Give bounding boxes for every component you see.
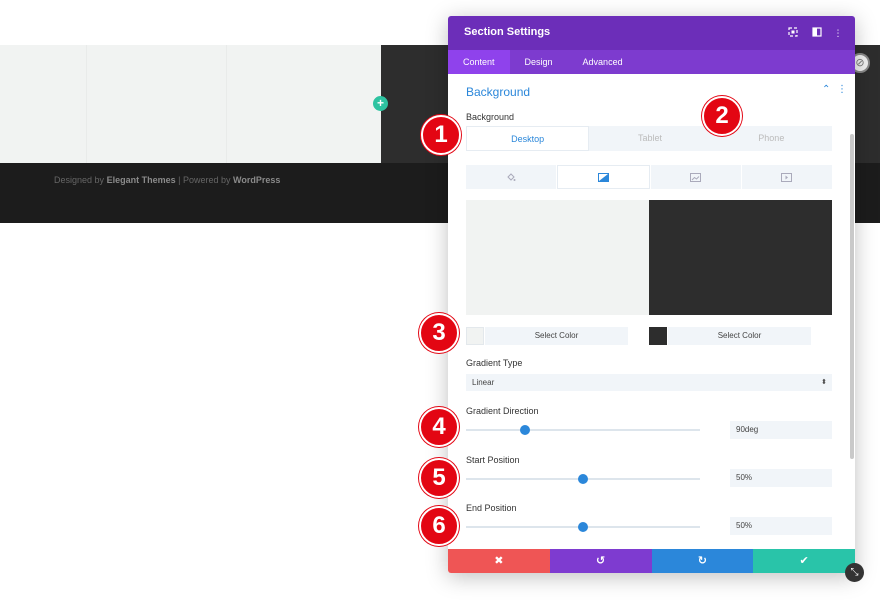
tab-advanced[interactable]: Advanced [568, 50, 638, 74]
more-options-icon[interactable]: ⋮ [832, 27, 844, 39]
resize-icon[interactable]: ⤡ [845, 563, 864, 582]
gradient-type-select[interactable]: Linear ⬍ [466, 374, 832, 391]
discard-button[interactable]: ✖ [448, 549, 550, 573]
gradient-preview-start [466, 200, 649, 315]
modal-footer-buttons: ✖ ↺ ↻ ✔ [448, 549, 855, 573]
device-tabs: Desktop Tablet Phone [466, 126, 832, 151]
section-settings-modal: Section Settings ⋮ Content Design Advanc… [448, 16, 855, 573]
end-position-slider[interactable] [466, 520, 700, 534]
modal-scrollbar[interactable] [850, 134, 854, 459]
end-select-color-button[interactable]: Select Color [668, 327, 811, 345]
page: + ⊘ Designed by Elegant Themes | Powered… [0, 0, 880, 600]
start-select-color-button[interactable]: Select Color [485, 327, 628, 345]
end-color-swatch[interactable] [649, 327, 667, 345]
add-section-button[interactable]: + [373, 96, 388, 111]
modal-title: Section Settings [464, 26, 551, 38]
gradient-end-color: Select Color [649, 327, 811, 345]
tab-design[interactable]: Design [510, 50, 568, 74]
fullscreen-icon[interactable] [787, 27, 799, 39]
device-tab-tablet[interactable]: Tablet [589, 126, 710, 151]
callout-4: 4 [419, 407, 459, 447]
callout-6: 6 [419, 506, 459, 546]
end-position-input[interactable]: 50% [730, 517, 832, 535]
end-position-thumb[interactable] [578, 522, 588, 532]
paint-bucket-icon[interactable] [466, 165, 557, 189]
callout-3: 3 [419, 313, 459, 353]
gradient-start-color: Select Color [466, 327, 628, 345]
split-view-icon[interactable] [811, 27, 823, 39]
gradient-icon[interactable] [557, 165, 650, 189]
footer-credits: Designed by Elegant Themes | Powered by … [54, 175, 281, 185]
callout-5: 5 [419, 458, 459, 498]
gradient-type-label: Gradient Type [466, 358, 523, 368]
tab-content[interactable]: Content [448, 50, 510, 74]
start-color-swatch[interactable] [466, 327, 484, 345]
gradient-preview-end [649, 200, 832, 315]
modal-body: Background ⌃ ⋮ Background Desktop Tablet… [448, 74, 855, 549]
footer-link-wordpress[interactable]: WordPress [233, 175, 280, 185]
hero-section-light [0, 45, 381, 163]
footer-link-elegant-themes[interactable]: Elegant Themes [107, 175, 176, 185]
device-tab-desktop[interactable]: Desktop [466, 126, 590, 151]
start-position-thumb[interactable] [578, 474, 588, 484]
modal-header: Section Settings ⋮ [448, 16, 855, 50]
chevron-up-icon[interactable]: ⌃ [822, 84, 830, 95]
gradient-direction-label: Gradient Direction [466, 406, 539, 416]
callout-2: 2 [702, 96, 742, 136]
gradient-direction-thumb[interactable] [519, 425, 530, 435]
background-label: Background [466, 112, 515, 122]
section-more-icon[interactable]: ⋮ [837, 84, 847, 95]
gradient-direction-slider[interactable] [466, 423, 700, 437]
background-section-title[interactable]: Background [466, 85, 530, 99]
callout-1: 1 [421, 115, 461, 155]
start-position-input[interactable]: 50% [730, 469, 832, 487]
save-button[interactable]: ✔ [753, 549, 855, 573]
start-position-slider[interactable] [466, 472, 700, 486]
select-caret-icon: ⬍ [821, 379, 827, 386]
end-position-label: End Position [466, 503, 517, 513]
undo-button[interactable]: ↺ [549, 549, 652, 573]
gradient-preview [466, 200, 832, 315]
modal-tabs: Content Design Advanced [448, 50, 855, 74]
video-icon[interactable] [741, 165, 832, 189]
background-type-tabs [466, 165, 832, 189]
image-icon[interactable] [650, 165, 741, 189]
gradient-direction-input[interactable]: 90deg [730, 421, 832, 439]
start-position-label: Start Position [466, 455, 520, 465]
redo-button[interactable]: ↻ [651, 549, 754, 573]
